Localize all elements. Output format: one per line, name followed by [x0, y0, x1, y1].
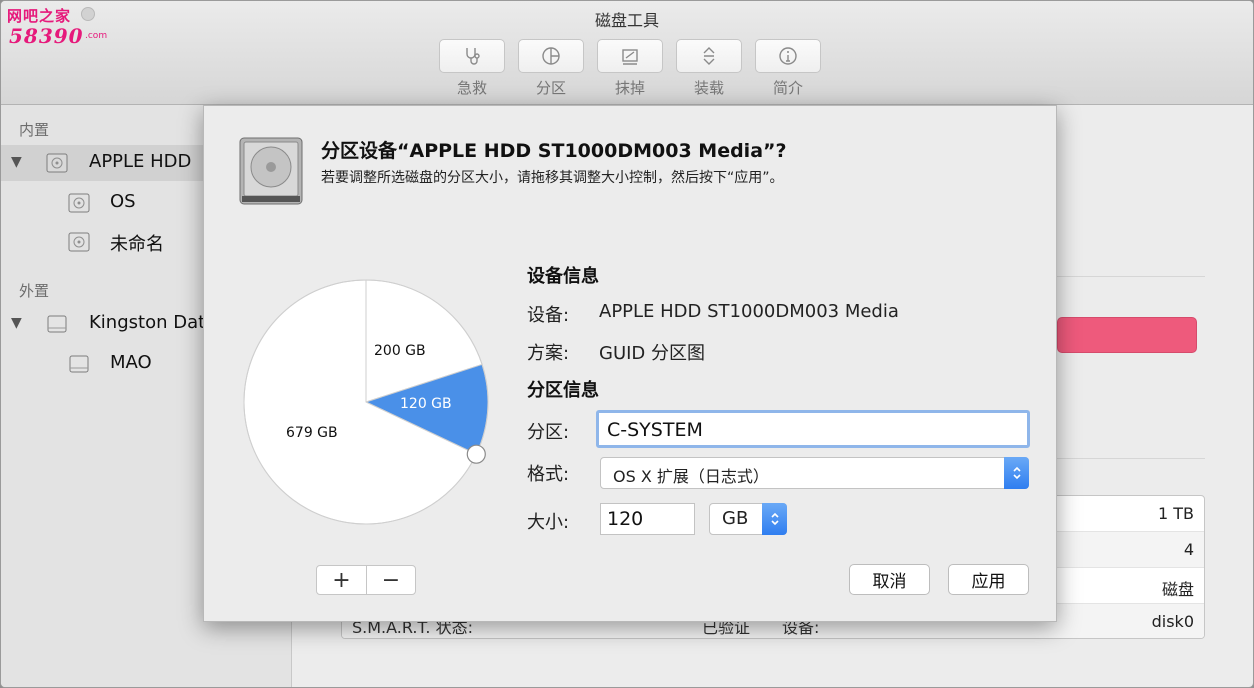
- partition-info-heading: 分区信息: [527, 380, 599, 401]
- sidebar-item-label: Kingston Dat: [89, 312, 206, 333]
- info-value: 1 TB: [1157, 504, 1194, 523]
- sidebar-section-external: 外置: [19, 282, 50, 300]
- pie-label-679gb: 679 GB: [286, 425, 338, 441]
- disk-usage-bar: [1057, 317, 1197, 353]
- add-partition-button[interactable]: +: [317, 566, 366, 594]
- resize-handle[interactable]: [466, 444, 486, 464]
- partition-button-box[interactable]: [518, 39, 584, 73]
- size-label: 大小:: [527, 512, 570, 533]
- updown-chevron-icon: [762, 503, 787, 535]
- info-value: disk0: [1151, 612, 1194, 631]
- sidebar-item-label: 未命名: [110, 234, 164, 255]
- format-label: 格式:: [527, 464, 570, 485]
- device-value: APPLE HDD ST1000DM003 Media: [599, 301, 899, 322]
- content-divider: [1057, 458, 1205, 459]
- add-remove-partition-control: + −: [316, 565, 416, 595]
- dialog-title: 分区设备“APPLE HDD ST1000DM003 Media”?: [321, 140, 787, 162]
- device-label: 设备:: [527, 305, 570, 326]
- titlebar: 网吧之家 58390 .com 磁盘工具 急救 分区 抹掉 装载 简介: [1, 1, 1253, 105]
- info-value: 磁盘: [1161, 580, 1194, 599]
- sidebar-item-label: APPLE HDD: [89, 151, 192, 172]
- partition-name-input[interactable]: C-SYSTEM: [596, 410, 1030, 448]
- mount-label: 装载: [693, 79, 724, 97]
- external-volume-icon: [69, 355, 89, 373]
- remove-partition-button[interactable]: −: [365, 566, 415, 594]
- content-divider: [1057, 276, 1205, 277]
- partition-pie-chart: [243, 279, 489, 525]
- format-select[interactable]: OS X 扩展（日志式）: [600, 457, 1029, 489]
- volume-icon: [68, 193, 90, 213]
- disclosure-triangle-icon[interactable]: ▼: [11, 154, 22, 170]
- internal-disk-icon: [46, 153, 68, 173]
- cancel-button[interactable]: 取消: [849, 564, 930, 595]
- volume-icon: [68, 232, 90, 252]
- sidebar-item-label: OS: [110, 191, 136, 212]
- partition-button[interactable]: 分区: [518, 39, 584, 97]
- first-aid-button[interactable]: 急救: [439, 39, 505, 97]
- device-info-heading: 设备信息: [527, 266, 599, 287]
- sidebar-item-label: MAO: [110, 352, 152, 373]
- info-value: 4: [1183, 540, 1194, 559]
- partition-dialog: 分区设备“APPLE HDD ST1000DM003 Media”? 若要调整所…: [203, 105, 1057, 622]
- pie-label-200gb: 200 GB: [374, 343, 426, 359]
- erase-button-box[interactable]: [597, 39, 663, 73]
- info-button-box[interactable]: [755, 39, 821, 73]
- watermark-suffix: .com: [85, 31, 108, 41]
- first-aid-button-box[interactable]: [439, 39, 505, 73]
- erase-button[interactable]: 抹掉: [597, 39, 663, 97]
- scheme-label: 方案:: [527, 343, 570, 364]
- first-aid-label: 急救: [456, 79, 487, 97]
- external-disk-icon: [47, 315, 67, 333]
- apply-button[interactable]: 应用: [948, 564, 1029, 595]
- erase-label: 抹掉: [614, 79, 645, 97]
- erase-icon: [622, 49, 638, 65]
- disk-utility-window: 网吧之家 58390 .com 磁盘工具 急救 分区 抹掉 装载 简介 内置 ▼…: [0, 0, 1254, 688]
- size-input[interactable]: 120: [600, 503, 695, 535]
- mount-icon: [703, 47, 715, 65]
- window-title: 磁盘工具: [594, 11, 659, 30]
- partition-icon: [542, 47, 560, 65]
- stethoscope-icon: [466, 48, 480, 65]
- mount-button-box[interactable]: [676, 39, 742, 73]
- partition-label: 分区: [535, 79, 566, 97]
- size-unit-value: GB: [722, 508, 749, 529]
- info-label: 简介: [772, 79, 803, 97]
- info-icon: [779, 47, 797, 65]
- dialog-subtitle: 若要调整所选磁盘的分区大小，请拖移其调整大小控制，然后按下“应用”。: [321, 170, 784, 186]
- pie-label-120gb: 120 GB: [400, 396, 452, 412]
- format-select-value: OS X 扩展（日志式）: [613, 467, 769, 486]
- updown-chevron-icon: [1004, 457, 1029, 489]
- mount-button[interactable]: 装载: [676, 39, 742, 97]
- info-button[interactable]: 简介: [755, 39, 821, 97]
- partition-name-label: 分区:: [527, 422, 570, 443]
- disclosure-triangle-icon[interactable]: ▼: [11, 315, 22, 331]
- size-unit-select[interactable]: GB: [709, 503, 787, 535]
- hard-drive-icon: [239, 137, 303, 205]
- sidebar-section-internal: 内置: [19, 121, 50, 139]
- scheme-value: GUID 分区图: [599, 343, 706, 364]
